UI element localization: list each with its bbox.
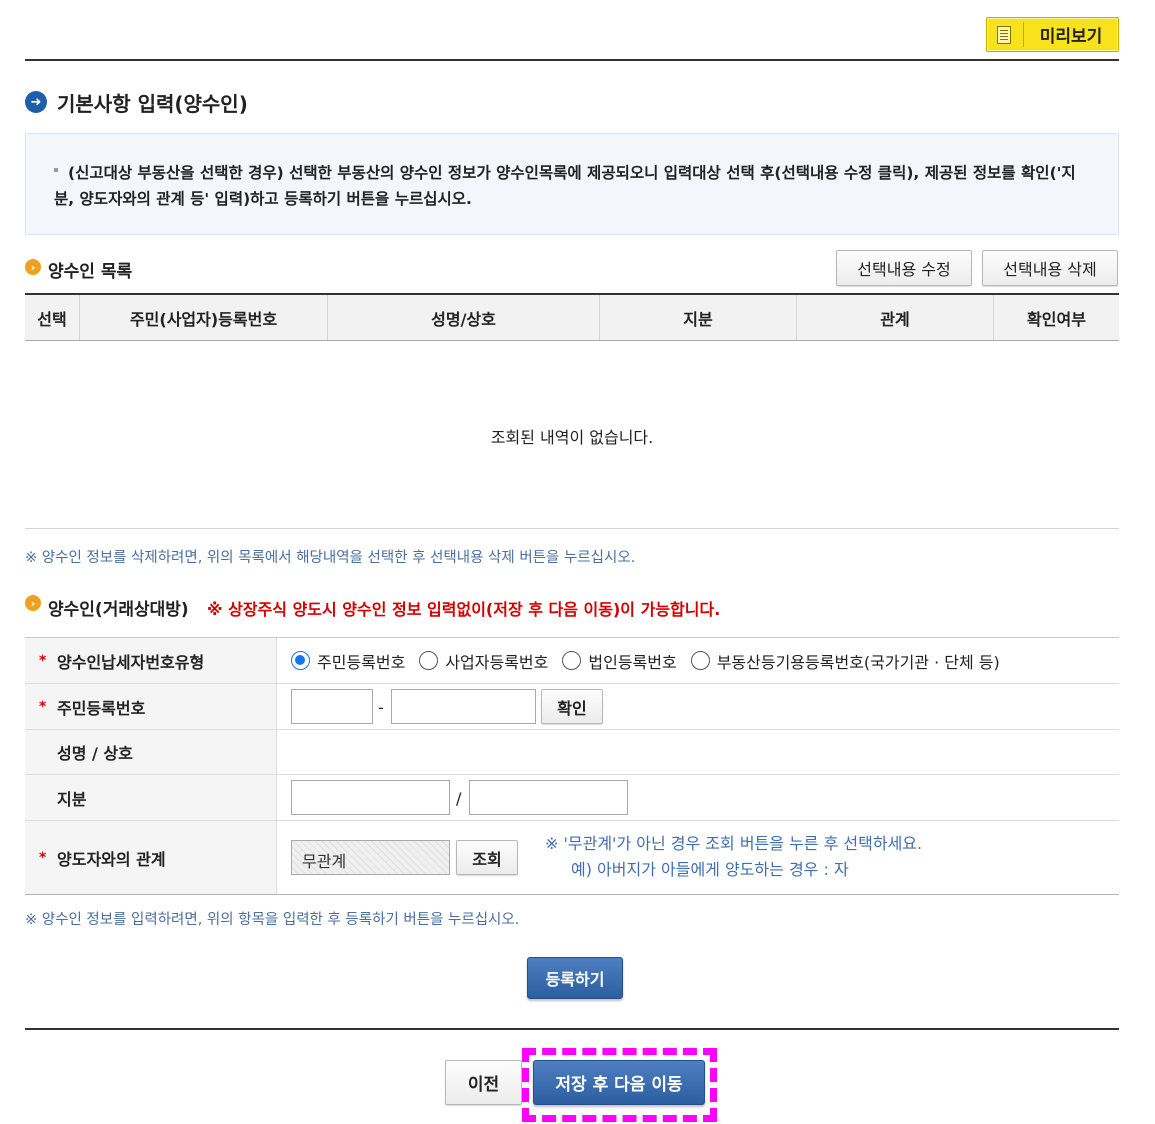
arrow-right-icon: ➜ xyxy=(25,91,47,113)
form-title: 양수인(거래상대방) xyxy=(48,600,189,620)
top-divider xyxy=(25,59,1119,61)
confirm-button[interactable]: 확인 xyxy=(541,689,603,724)
list-table-header: 선택 주민(사업자)등록번호 성명/상호 지분 관계 확인여부 xyxy=(25,293,1119,341)
table-bottom-line xyxy=(25,528,1119,529)
radio-resident-number[interactable]: 주민등록번호 xyxy=(291,649,405,673)
resident-number-label: * 주민등록번호 xyxy=(25,684,277,729)
taxpayer-type-label: * 양수인납세자번호유형 xyxy=(25,638,277,683)
highlight-box xyxy=(522,1048,717,1122)
required-icon: * xyxy=(39,652,47,669)
required-icon: * xyxy=(39,849,47,866)
notice-box: (신고대상 부동산을 선택한 경우) 선택한 부동산의 양수인 정보가 양수인목… xyxy=(25,133,1119,235)
prev-button[interactable]: 이전 xyxy=(445,1060,522,1105)
column-header: 지분 xyxy=(600,295,797,340)
delete-note: ※ 양수인 정보를 삭제하려면, 위의 목록에서 해당내역을 선택한 후 선택내… xyxy=(25,550,636,566)
id-separator: - xyxy=(378,698,384,717)
radio-registry-number[interactable]: 부동산등기용등록번호(국가기관 · 단체 등) xyxy=(690,649,1000,673)
relation-label: * 양도자와의 관계 xyxy=(25,821,277,894)
empty-message: 조회된 내역이 없습니다. xyxy=(490,428,654,447)
name-value xyxy=(277,730,1119,774)
share-denominator-input[interactable] xyxy=(469,780,628,815)
column-header: 성명/상호 xyxy=(328,295,600,340)
page-title: 기본사항 입력(양수인) xyxy=(57,92,248,116)
share-numerator-input[interactable] xyxy=(291,780,450,815)
document-icon xyxy=(997,25,1011,44)
resident-number-back-input[interactable] xyxy=(391,689,536,724)
column-header: 확인여부 xyxy=(1027,309,1086,329)
chevron-right-icon: › xyxy=(25,259,41,275)
list-title: 양수인 목록 xyxy=(48,262,133,282)
chevron-right-icon: › xyxy=(25,595,41,611)
name-label: 성명 / 상호 xyxy=(25,730,277,774)
relation-example: 예) 아버지가 아들에게 양도하는 경우 : 자 xyxy=(571,860,849,879)
share-separator: / xyxy=(456,789,462,808)
column-header: 선택 xyxy=(25,295,80,340)
preview-button[interactable]: 미리보기 xyxy=(986,17,1119,52)
required-icon: * xyxy=(39,698,47,715)
resident-number-front-input[interactable] xyxy=(291,689,373,724)
radio-business-number[interactable]: 사업자등록번호 xyxy=(419,649,548,673)
radio-corporate-number[interactable]: 법인등록번호 xyxy=(562,649,677,673)
bullet-icon xyxy=(54,167,58,172)
relation-note: ※ '무관계'가 아닌 경우 조회 버튼을 누른 후 선택하세요. xyxy=(545,834,923,853)
relation-input: 무관계 xyxy=(291,840,450,875)
bottom-divider xyxy=(25,1028,1119,1030)
notice-text: (신고대상 부동산을 선택한 경우) 선택한 부동산의 양수인 정보가 양수인목… xyxy=(54,164,1076,208)
delete-selected-button[interactable]: 선택내용 삭제 xyxy=(982,250,1118,286)
lookup-button[interactable]: 조회 xyxy=(456,840,518,875)
register-button[interactable]: 등록하기 xyxy=(527,957,623,999)
listed-stock-note: ※ 상장주식 양도시 양수인 정보 입력없이(저장 후 다음 이동)이 가능합니… xyxy=(207,600,721,619)
share-label: 지분 xyxy=(25,775,277,820)
edit-selected-button[interactable]: 선택내용 수정 xyxy=(836,250,972,286)
column-header: 관계 xyxy=(797,295,994,340)
column-header: 주민(사업자)등록번호 xyxy=(80,295,328,340)
transferee-form: * 양수인납세자번호유형 주민등록번호 사업자등록번호 법인등록번호 부동산등기… xyxy=(25,637,1119,895)
input-note: ※ 양수인 정보를 입력하려면, 위의 항목을 입력한 후 등록하기 버튼을 누… xyxy=(25,912,520,928)
preview-label: 미리보기 xyxy=(1039,27,1103,47)
